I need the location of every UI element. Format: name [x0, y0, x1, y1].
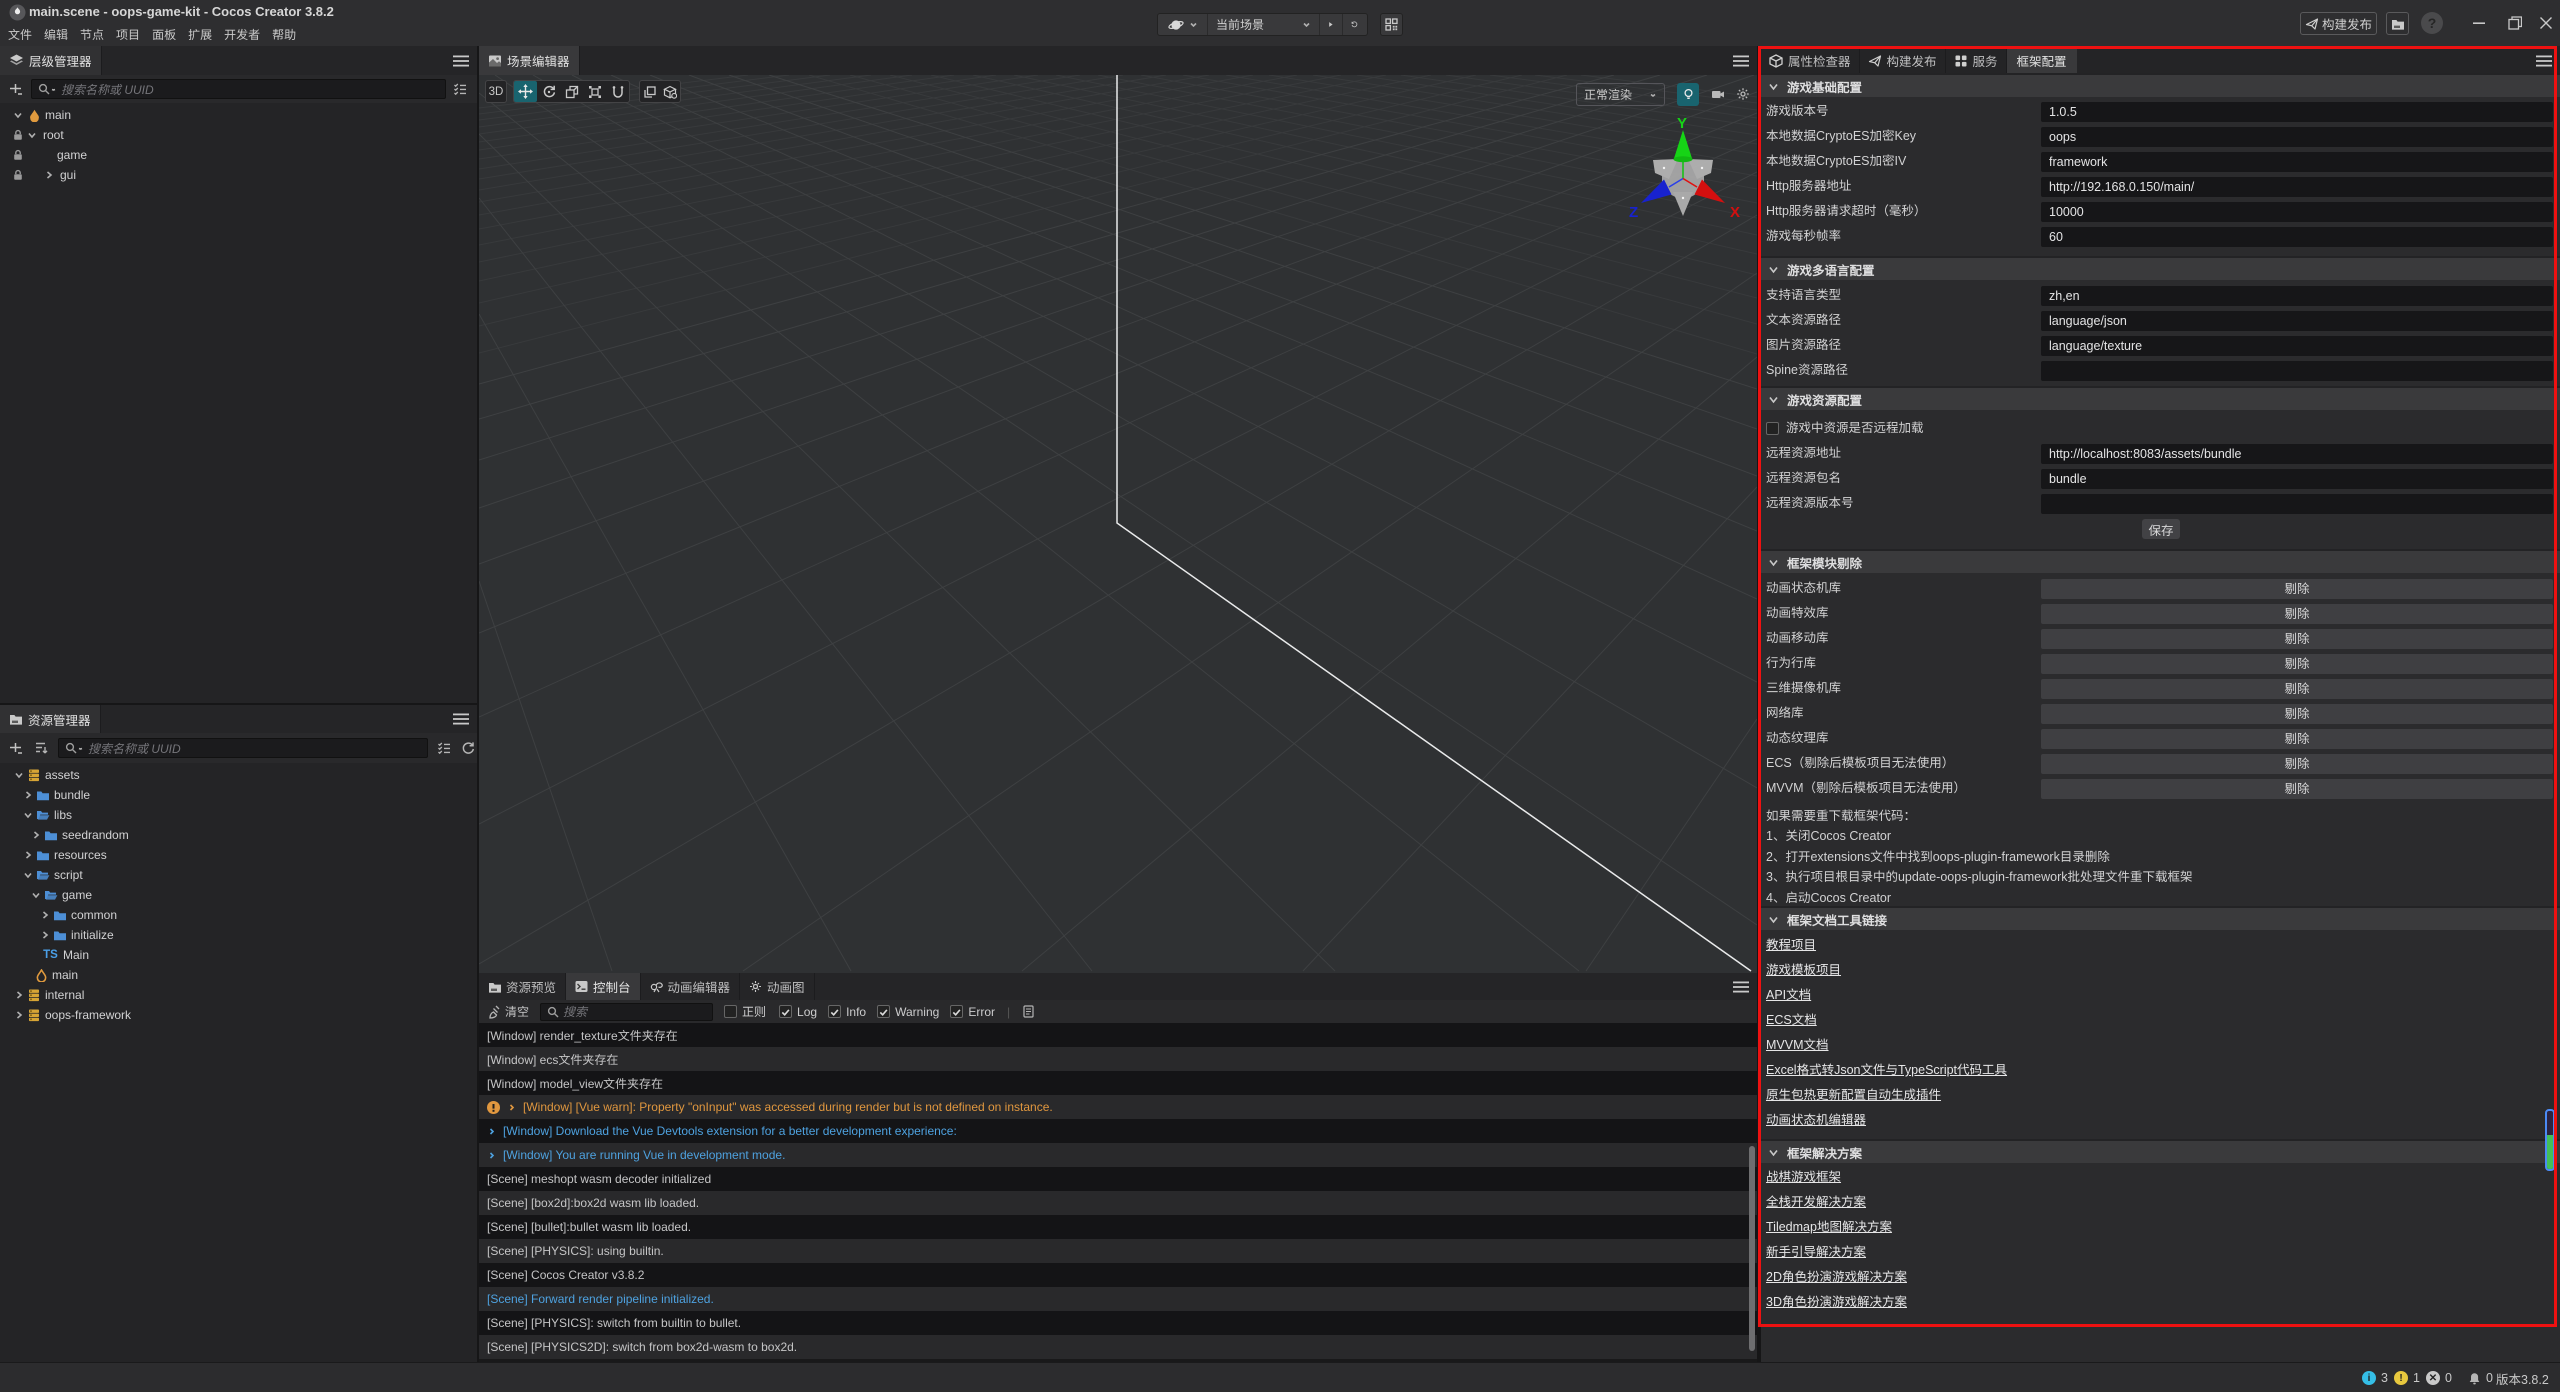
svg-text:Z: Z — [1629, 204, 1638, 221]
svg-text:Y: Y — [1677, 115, 1687, 132]
svg-text:X: X — [1730, 204, 1740, 221]
